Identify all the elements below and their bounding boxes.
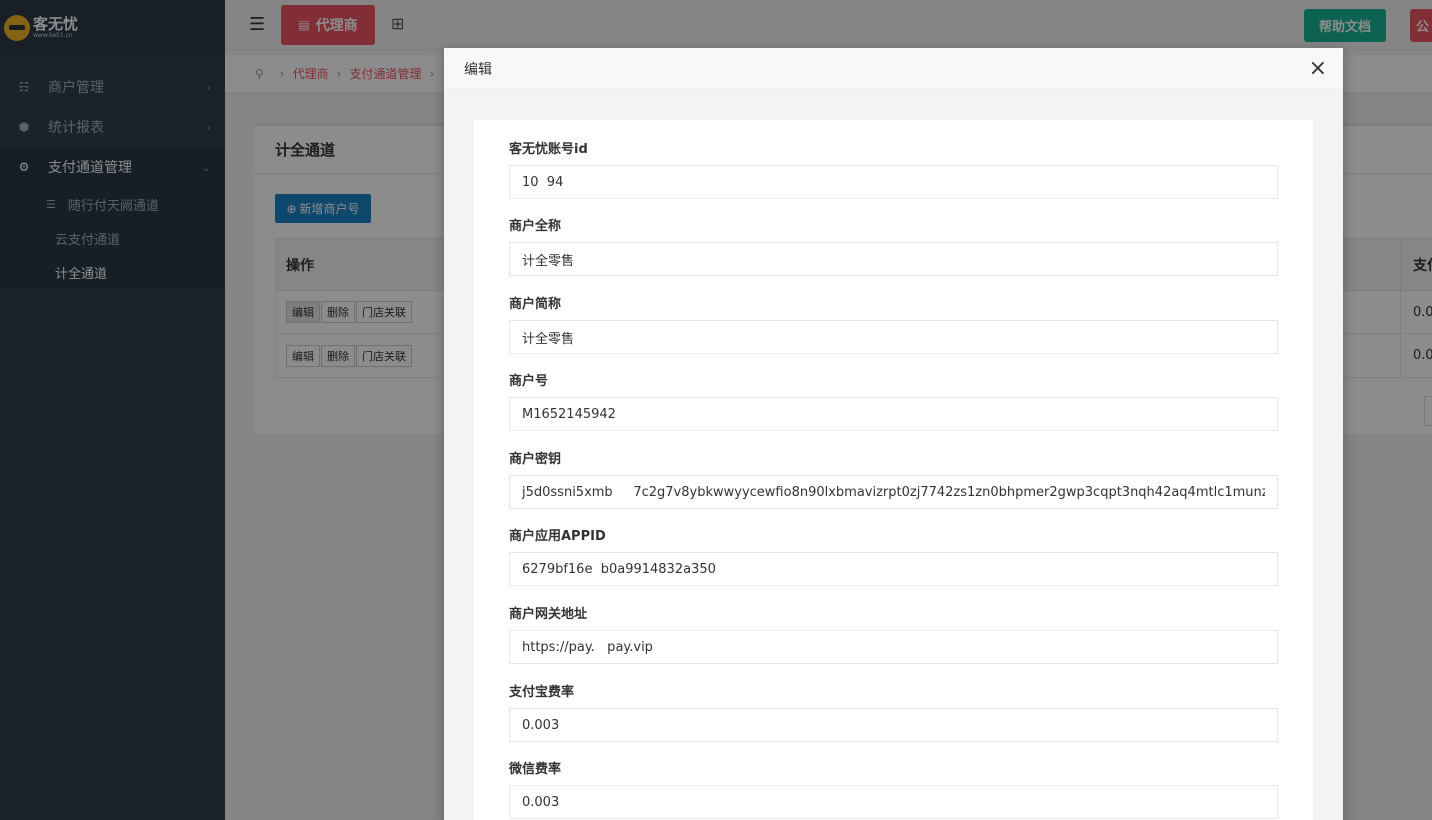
form-group-full-name: 商户全称 — [509, 218, 1278, 276]
form-group-merchant-no: 商户号 — [509, 373, 1278, 431]
field-label: 客无忧账号id — [509, 142, 588, 157]
merchant-short-name-input[interactable] — [509, 320, 1278, 354]
field-label: 商户号 — [509, 374, 549, 389]
form-group-alipay-rate: 支付宝费率 — [509, 684, 1278, 742]
form-group-merchant-key: 商户密钥 — [509, 451, 1278, 509]
form-group-wechat-rate: 微信费率 — [509, 761, 1278, 819]
form-group-short-name: 商户简称 — [509, 296, 1278, 354]
field-label: 商户全称 — [509, 219, 562, 234]
wechat-rate-input[interactable] — [509, 785, 1278, 819]
field-label: 商户简称 — [509, 297, 562, 312]
alipay-rate-input[interactable] — [509, 708, 1278, 742]
field-label: 商户应用APPID — [509, 529, 606, 544]
field-label: 商户密钥 — [509, 452, 562, 467]
field-label: 支付宝费率 — [509, 685, 575, 700]
form-group-account-id: 客无忧账号id — [509, 141, 1278, 199]
close-icon[interactable]: × — [1309, 58, 1327, 80]
merchant-number-input[interactable] — [509, 397, 1278, 431]
field-label: 商户网关地址 — [509, 607, 588, 622]
form-group-gateway: 商户网关地址 — [509, 606, 1278, 664]
merchant-full-name-input[interactable] — [509, 242, 1278, 276]
edit-modal: 编辑 × 客无忧账号id 商户全称 商户简称 商户号 商户密钥 商户应用APPI… — [444, 48, 1343, 820]
merchant-appid-input[interactable] — [509, 552, 1278, 586]
form-group-appid: 商户应用APPID — [509, 528, 1278, 586]
modal-header: 编辑 × — [444, 48, 1343, 90]
modal-form: 客无忧账号id 商户全称 商户简称 商户号 商户密钥 商户应用APPID 商户网… — [474, 120, 1313, 820]
field-label: 微信费率 — [509, 762, 562, 777]
modal-title: 编辑 — [464, 61, 492, 78]
account-id-input[interactable] — [509, 165, 1278, 199]
merchant-key-input[interactable] — [509, 475, 1278, 509]
gateway-url-input[interactable] — [509, 630, 1278, 664]
